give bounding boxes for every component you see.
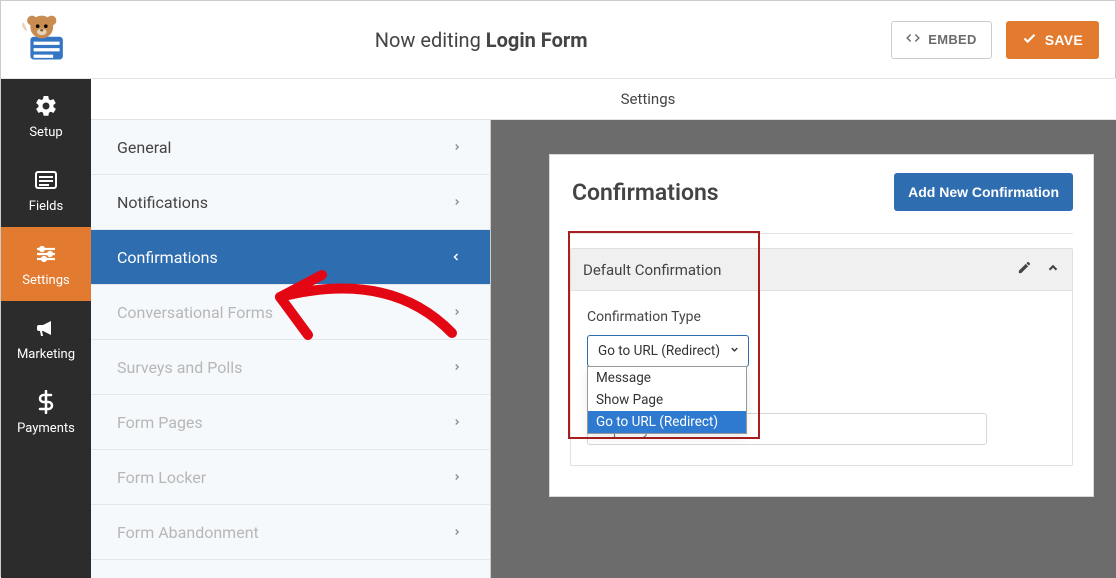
left-rail: Setup Fields Settings Marketing [1, 79, 91, 578]
title-form-name: Login Form [486, 28, 588, 52]
select-dropdown: Message Show Page Go to URL (Redirect) [587, 366, 747, 434]
submenu-label: Surveys and Polls [117, 358, 242, 377]
submenu-label: Form Pages [117, 413, 203, 432]
select-value: Go to URL (Redirect) [598, 343, 720, 359]
app-logo [19, 14, 71, 66]
chevron-right-icon [452, 193, 462, 212]
chevron-right-icon [452, 468, 462, 487]
chevron-down-icon [729, 343, 740, 359]
rail-item-fields[interactable]: Fields [1, 153, 91, 227]
chevron-right-icon [452, 303, 462, 322]
confirmation-box: Default Confirmation Con [570, 248, 1073, 466]
dollar-icon [34, 390, 58, 414]
collapse-icon[interactable] [1046, 260, 1060, 279]
submenu-item-form-pages[interactable]: Form Pages [91, 395, 490, 450]
submenu-item-form-abandonment[interactable]: Form Abandonment [91, 505, 490, 560]
confirmation-title: Default Confirmation [583, 261, 721, 279]
submenu-item-general[interactable]: General [91, 120, 490, 175]
rail-label: Fields [29, 199, 63, 214]
chevron-down-icon [450, 251, 462, 263]
gear-icon [34, 94, 58, 118]
submenu-item-conversational-forms[interactable]: Conversational Forms [91, 285, 490, 340]
confirmation-titlebar: Default Confirmation [571, 249, 1072, 291]
submenu-label: Form Locker [117, 468, 206, 487]
sliders-icon [34, 242, 58, 266]
save-label: SAVE [1045, 32, 1083, 48]
confirmation-block: Default Confirmation Con [570, 248, 1073, 466]
submenu-label: Confirmations [117, 248, 218, 267]
option-goto-url[interactable]: Go to URL (Redirect) [588, 411, 746, 433]
rail-item-settings[interactable]: Settings [1, 227, 91, 301]
rail-label: Settings [22, 273, 69, 288]
confirmation-body: Confirmation Type Go to URL (Redirect) [571, 291, 1072, 465]
select-button[interactable]: Go to URL (Redirect) [587, 335, 749, 367]
chevron-right-icon [452, 358, 462, 377]
rail-item-payments[interactable]: Payments [1, 375, 91, 449]
section-title: Settings [91, 79, 1116, 120]
option-show-page[interactable]: Show Page [588, 389, 746, 411]
rail-label: Setup [29, 125, 62, 140]
panel-header: Confirmations Add New Confirmation [550, 155, 1093, 223]
divider [570, 233, 1073, 234]
content-area: Confirmations Add New Confirmation Defau… [491, 79, 1116, 578]
rail-label: Payments [17, 421, 75, 436]
submenu-label: General [117, 138, 171, 157]
chevron-right-icon [452, 523, 462, 542]
rail-item-setup[interactable]: Setup [1, 79, 91, 153]
topbar: Now editing Login Form EMBED SAVE [1, 1, 1116, 79]
editing-title: Now editing Login Form [71, 28, 891, 52]
panel-heading: Confirmations [572, 179, 719, 206]
submenu-label: Form Abandonment [117, 523, 259, 542]
embed-button[interactable]: EMBED [891, 21, 991, 59]
check-icon [1022, 31, 1037, 49]
confirmation-type-select[interactable]: Go to URL (Redirect) Message Show Page G… [587, 335, 749, 367]
submenu-item-form-locker[interactable]: Form Locker [91, 450, 490, 505]
topbar-actions: EMBED SAVE [891, 21, 1099, 59]
chevron-right-icon [452, 138, 462, 157]
title-prefix: Now editing [375, 28, 486, 52]
submenu-label: Notifications [117, 193, 208, 212]
code-icon [906, 31, 920, 48]
submenu-item-surveys-polls[interactable]: Surveys and Polls [91, 340, 490, 395]
add-new-confirmation-button[interactable]: Add New Confirmation [894, 173, 1073, 211]
submenu-item-notifications[interactable]: Notifications [91, 175, 490, 230]
submenu-item-confirmations[interactable]: Confirmations [91, 230, 490, 285]
save-button[interactable]: SAVE [1006, 21, 1099, 59]
rail-label: Marketing [17, 347, 75, 362]
option-message[interactable]: Message [588, 367, 746, 389]
confirmation-type-label: Confirmation Type [587, 309, 1056, 325]
rail-item-marketing[interactable]: Marketing [1, 301, 91, 375]
chevron-right-icon [452, 413, 462, 432]
confirmations-panel: Confirmations Add New Confirmation Defau… [549, 154, 1094, 497]
edit-icon[interactable] [1017, 260, 1032, 279]
settings-submenu: General Notifications Confirmations Conv… [91, 79, 491, 578]
list-icon [34, 168, 58, 192]
submenu-label: Conversational Forms [117, 303, 273, 322]
megaphone-icon [34, 316, 58, 340]
embed-label: EMBED [928, 32, 976, 47]
